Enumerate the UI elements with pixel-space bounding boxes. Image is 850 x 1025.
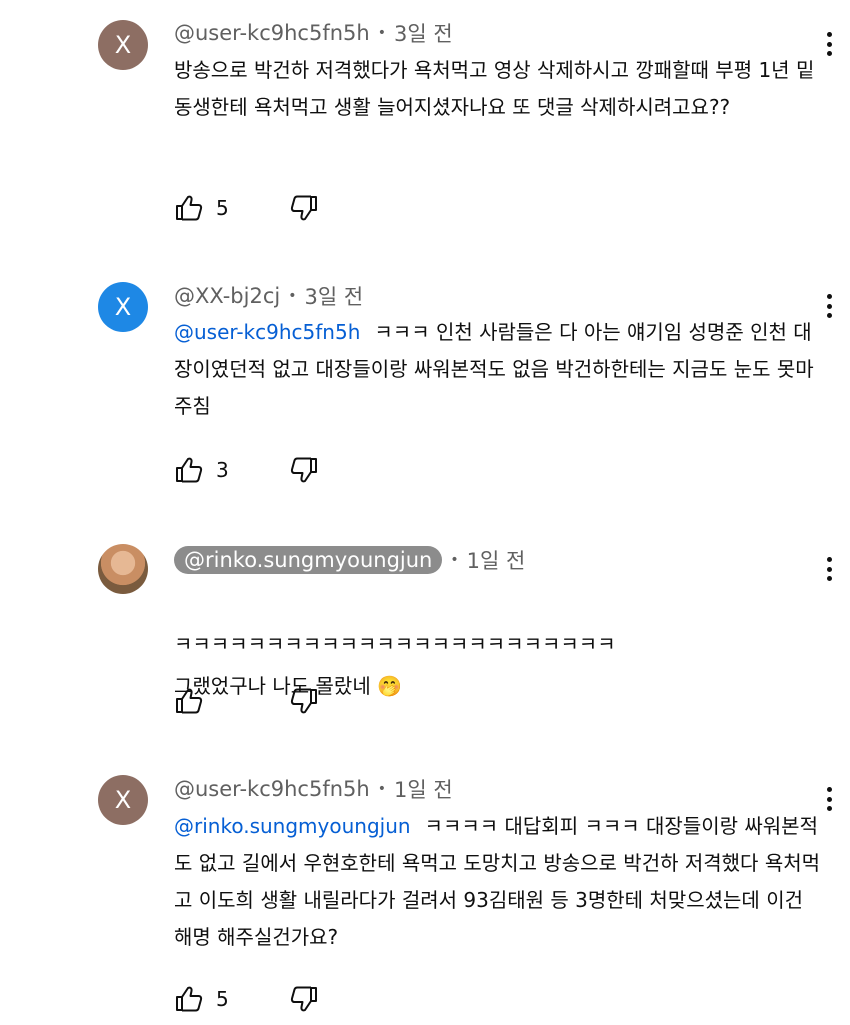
author-handle[interactable]: @rinko.sungmyoungjun <box>174 546 443 574</box>
mention-link[interactable]: @user-kc9hc5fn5h <box>174 320 360 344</box>
like-count: 3 <box>216 458 229 482</box>
like-button[interactable]: 5 <box>174 191 230 225</box>
comment-time[interactable]: 3일 전 <box>394 18 453 48</box>
comment-text: 방송으로 박건하 저격했다가 욕처먹고 영상 삭제하시고 깡패할때 부평 1년 … <box>174 52 824 126</box>
avatar[interactable]: X <box>98 282 148 332</box>
comment-header: @user-kc9hc5fn5h • 3일 전 <box>174 17 453 49</box>
thumbs-up-icon <box>174 985 204 1013</box>
author-handle[interactable]: @XX-bj2cj <box>174 284 280 308</box>
thumbs-down-icon <box>289 985 319 1013</box>
comment-actions: 5 <box>174 191 317 225</box>
comment-time[interactable]: 1일 전 <box>467 545 526 575</box>
avatar[interactable]: X <box>98 20 148 70</box>
mention-link[interactable]: @rinko.sungmyoungjun <box>174 814 411 838</box>
thumbs-down-icon <box>289 687 319 715</box>
author-handle[interactable]: @user-kc9hc5fn5h <box>174 777 370 801</box>
dislike-button[interactable] <box>289 453 319 487</box>
comment-body: ㅋㅋㅋㅋㅋㅋㅋㅋㅋㅋㅋㅋㅋㅋㅋㅋㅋㅋㅋㅋㅋㅋㅋㅋ 그랬었구나 나도 몰랐네 🤭 <box>174 632 616 698</box>
author-handle[interactable]: @user-kc9hc5fn5h <box>174 21 370 45</box>
more-options-icon[interactable] <box>819 554 839 584</box>
comment-actions <box>174 684 317 718</box>
comment-text: @user-kc9hc5fn5h ㅋㅋㅋ 인천 사람들은 다 아는 얘기임 성명준… <box>174 314 824 425</box>
avatar-letter: X <box>114 31 132 59</box>
separator-dot: • <box>450 552 459 568</box>
dislike-button[interactable] <box>289 684 319 718</box>
thumbs-down-icon <box>289 456 319 484</box>
thumbs-up-icon <box>174 456 204 484</box>
thumbs-up-icon <box>174 194 204 222</box>
comment-actions: 3 <box>174 453 317 487</box>
like-button[interactable] <box>174 684 230 718</box>
avatar-letter: X <box>114 786 132 814</box>
comment-header: @rinko.sungmyoungjun • 1일 전 <box>174 544 525 576</box>
like-count: 5 <box>216 987 229 1011</box>
comment-text: @rinko.sungmyoungjun ㅋㅋㅋㅋ 대답회피 ㅋㅋㅋ 대장들이랑 … <box>174 808 824 956</box>
comment-actions: 5 <box>174 982 317 1016</box>
avatar[interactable] <box>98 544 148 594</box>
separator-dot: • <box>377 781 386 797</box>
like-button[interactable]: 5 <box>174 982 230 1016</box>
comment-time[interactable]: 1일 전 <box>394 774 453 804</box>
comment-time[interactable]: 3일 전 <box>304 281 363 311</box>
dislike-button[interactable] <box>289 191 319 225</box>
comment-text: ㅋㅋㅋㅋㅋㅋㅋㅋㅋㅋㅋㅋㅋㅋㅋㅋㅋㅋㅋㅋㅋㅋㅋㅋ 그랬었구나 나도 몰랐네 🤭 <box>174 581 824 707</box>
avatar-letter: X <box>114 293 132 321</box>
comment-header: @user-kc9hc5fn5h • 1일 전 <box>174 773 453 805</box>
like-button[interactable]: 3 <box>174 453 230 487</box>
separator-dot: • <box>377 25 386 41</box>
thumbs-up-icon <box>174 687 204 715</box>
comment-body: 방송으로 박건하 저격했다가 욕처먹고 영상 삭제하시고 깡패할때 부평 1년 … <box>174 58 815 119</box>
avatar[interactable]: X <box>98 775 148 825</box>
comment-header: @XX-bj2cj • 3일 전 <box>174 280 363 312</box>
separator-dot: • <box>288 288 297 304</box>
like-count: 5 <box>216 196 229 220</box>
thumbs-down-icon <box>289 194 319 222</box>
dislike-button[interactable] <box>289 982 319 1016</box>
